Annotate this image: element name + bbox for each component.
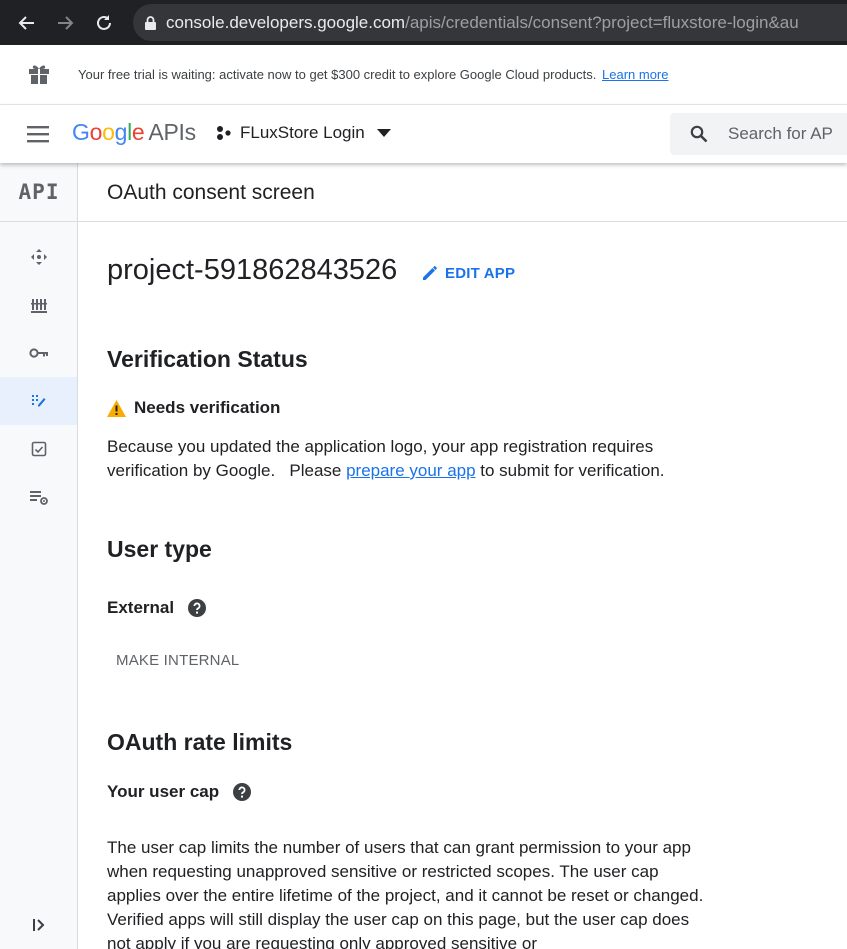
reload-icon[interactable]: [89, 0, 119, 45]
chevron-down-icon: [376, 129, 391, 137]
free-trial-banner: Your free trial is waiting: activate now…: [0, 45, 847, 105]
expand-rail-icon[interactable]: [0, 919, 78, 931]
app-header: Google APIs FLuxStore Login: [0, 105, 847, 163]
user-cap-row: Your user cap: [107, 782, 252, 802]
library-icon[interactable]: [0, 281, 77, 329]
dashboard-icon[interactable]: [0, 233, 77, 281]
forward-icon[interactable]: [50, 0, 80, 45]
make-internal-button[interactable]: MAKE INTERNAL: [116, 652, 239, 669]
side-rail: API: [0, 163, 78, 949]
lock-icon: [145, 15, 156, 30]
verification-status-label: Needs verification: [134, 398, 281, 417]
help-icon[interactable]: [188, 599, 207, 617]
warning-icon: [107, 399, 126, 417]
user-cap-label: Your user cap: [107, 782, 220, 801]
address-bar[interactable]: console.developers.google.com/apis/crede…: [133, 4, 847, 41]
project-dots-icon: [216, 125, 232, 141]
consent-screen-icon[interactable]: [0, 377, 77, 425]
credentials-icon[interactable]: [0, 329, 77, 377]
google-apis-logo[interactable]: Google APIs: [72, 119, 196, 146]
edit-app-label: EDIT APP: [445, 264, 516, 282]
project-selector[interactable]: FLuxStore Login: [216, 123, 391, 143]
url-host: console.developers.google.com: [166, 12, 406, 32]
trial-text: Your free trial is waiting: activate now…: [78, 67, 597, 82]
browser-toolbar: console.developers.google.com/apis/crede…: [0, 0, 847, 45]
verification-heading: Verification Status: [107, 346, 308, 372]
rate-limits-heading: OAuth rate limits: [107, 729, 293, 755]
user-type-value: External: [107, 598, 175, 617]
search-icon: [690, 125, 708, 143]
back-icon[interactable]: [12, 0, 42, 45]
verification-status: Needs verification: [107, 398, 280, 418]
user-cap-description: The user cap limits the number of users …: [107, 838, 704, 949]
help-icon[interactable]: [233, 783, 252, 801]
main-content: project-591862843526 EDIT APP Verificati…: [107, 222, 847, 949]
pencil-icon: [421, 264, 439, 282]
user-type-heading: User type: [107, 536, 212, 562]
verification-message: Because you updated the application logo…: [107, 437, 665, 480]
menu-icon[interactable]: [27, 125, 51, 143]
search-box[interactable]: [670, 113, 847, 155]
project-name: FLuxStore Login: [240, 123, 365, 142]
page-usage-icon[interactable]: [0, 473, 77, 521]
page-title: OAuth consent screen: [107, 181, 315, 204]
search-input[interactable]: [728, 124, 838, 144]
page-title-bar: OAuth consent screen: [78, 163, 847, 222]
project-id-heading: project-591862843526: [107, 254, 398, 286]
url-path: /apis/credentials/consent?project=fluxst…: [405, 12, 799, 32]
edit-app-button[interactable]: EDIT APP: [421, 264, 515, 282]
learn-more-link[interactable]: Learn more: [602, 67, 668, 82]
api-product-label[interactable]: API: [0, 163, 78, 222]
gift-icon: [28, 63, 50, 90]
trial-message: Your free trial is waiting: activate now…: [78, 67, 668, 82]
prepare-your-app-link[interactable]: prepare your app: [346, 461, 475, 480]
user-type-value-row: External: [107, 598, 207, 618]
domain-verification-icon[interactable]: [0, 425, 77, 473]
